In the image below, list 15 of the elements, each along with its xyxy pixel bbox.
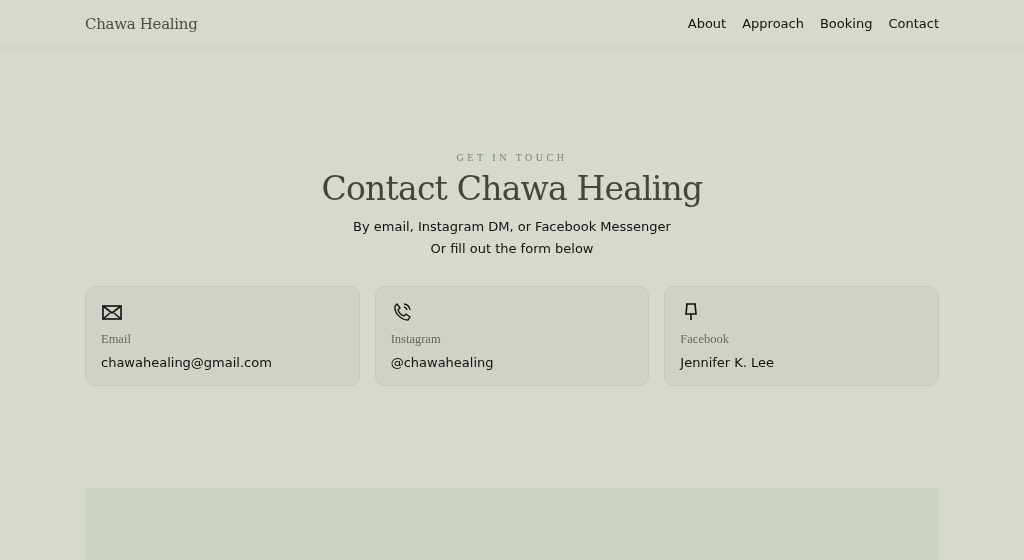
card-value: chawahealing@gmail.com — [101, 355, 272, 370]
nav-link[interactable]: Contact — [888, 16, 939, 31]
nav-link[interactable]: Approach — [742, 16, 804, 31]
nav-link[interactable]: About — [687, 16, 727, 31]
page-title: Contact Chawa Healing — [321, 169, 703, 208]
card-value: @chawahealing — [390, 355, 494, 370]
card-value: Jennifer K. Lee — [680, 355, 775, 370]
eyebrow-text: GET IN TOUCH — [456, 152, 568, 163]
subtitle-text: Or fill out the form below — [430, 241, 594, 256]
card-label: Instagram — [390, 332, 441, 347]
nav-link[interactable]: Booking — [819, 16, 873, 31]
card-label: Email — [101, 332, 131, 347]
card-label: Facebook — [680, 332, 729, 347]
subtitle-text: By email, Instagram DM, or Facebook Messenger — [353, 219, 671, 234]
site-logo[interactable]: Chawa Healing — [85, 14, 198, 33]
